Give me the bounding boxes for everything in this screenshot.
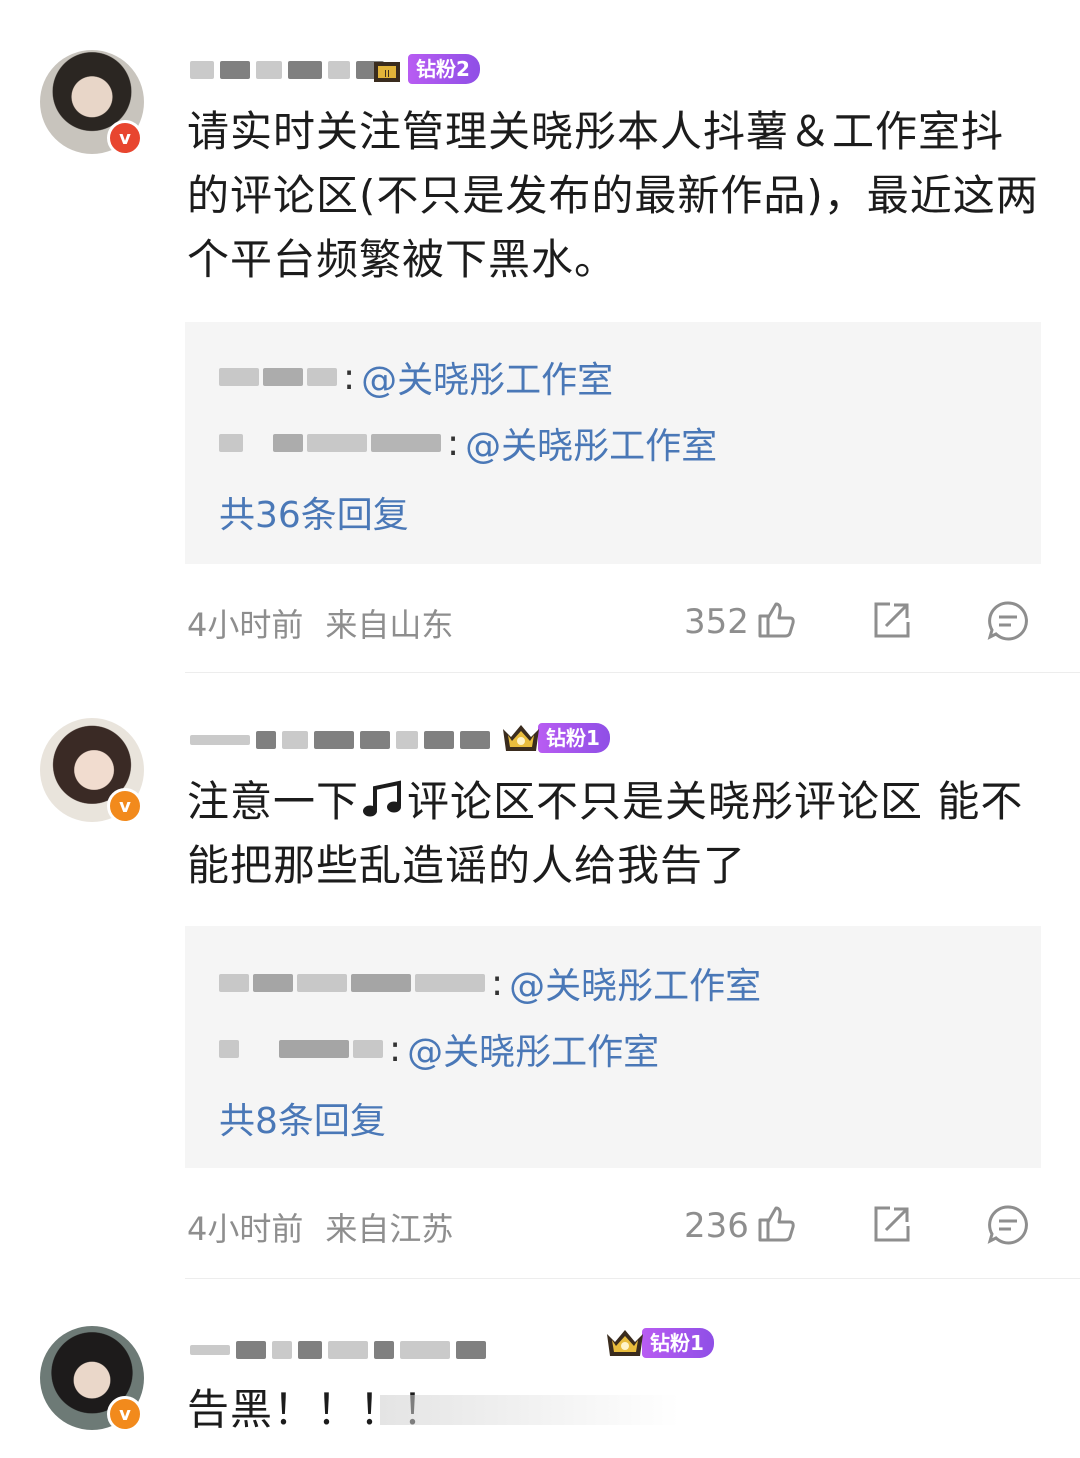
comment-3: v 钻粉1 告黑！！！！ — [0, 0, 1080, 1458]
crown-icon — [607, 1330, 643, 1356]
blurred-overlay — [380, 1395, 680, 1425]
username-blurred[interactable] — [190, 1335, 486, 1365]
fan-badge-label: 钻粉1 — [642, 1328, 714, 1358]
verified-v-icon: v — [107, 1396, 143, 1432]
fan-badge: 钻粉1 — [604, 1326, 714, 1360]
